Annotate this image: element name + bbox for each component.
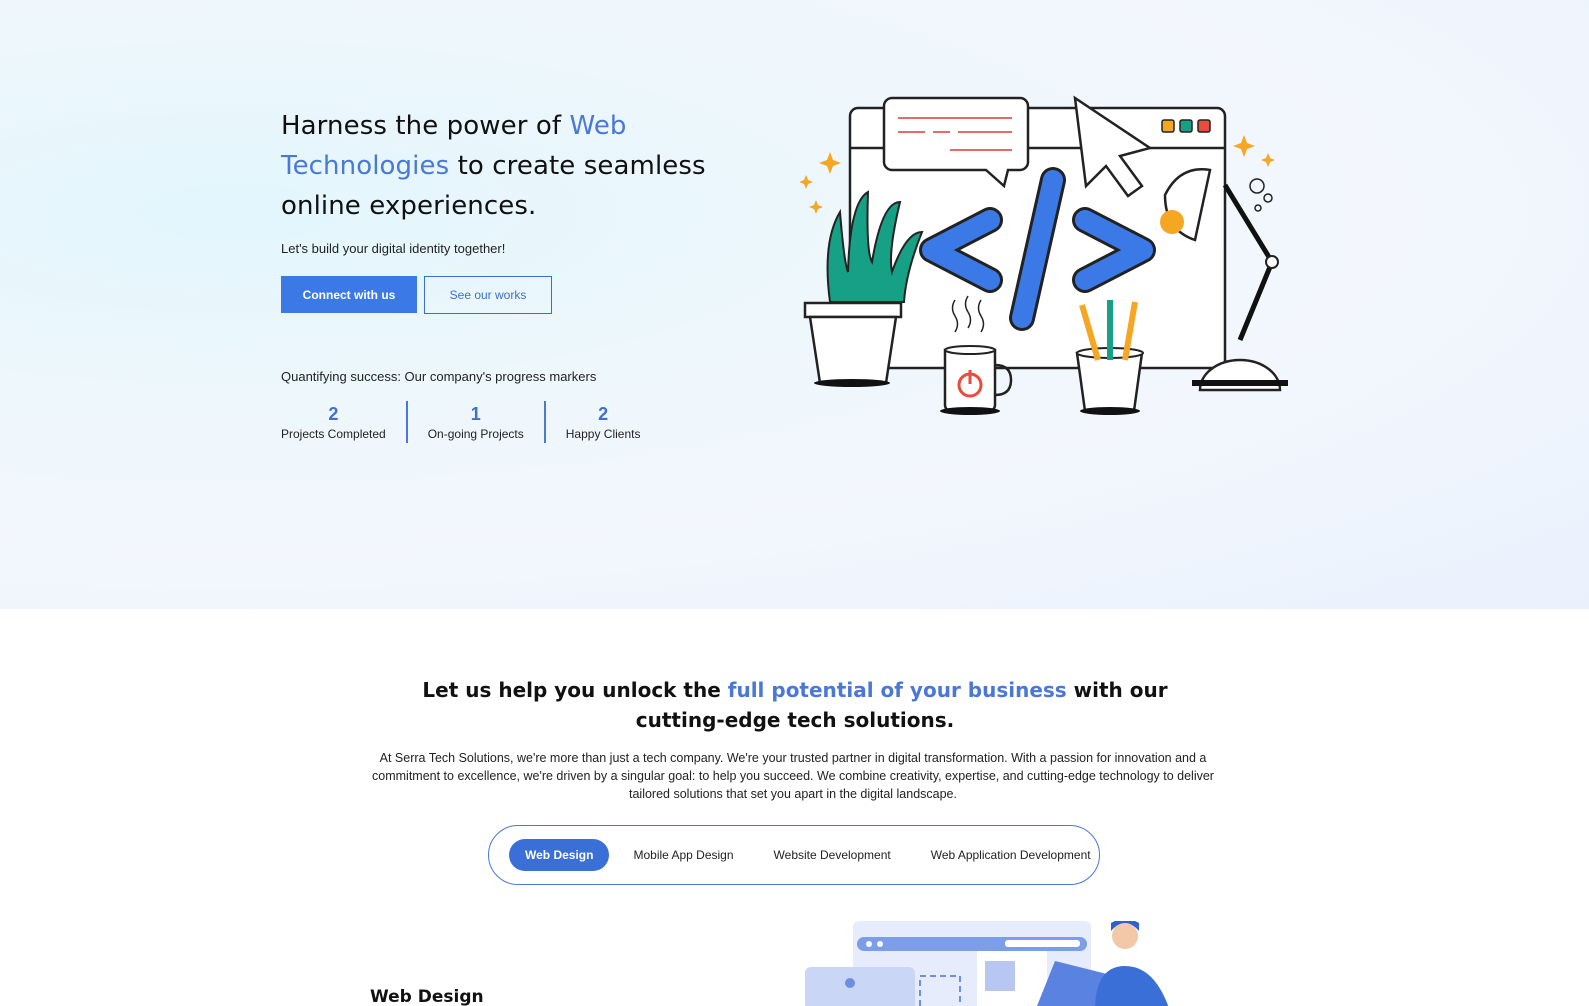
stat-label: On-going Projects (427, 426, 524, 441)
stat-projects-completed: 2 Projects Completed (281, 404, 386, 441)
stat-value: 2 (328, 403, 339, 424)
stats-row: 2 Projects Completed 1 On-going Projects… (281, 401, 731, 443)
service-title: Web Design (370, 987, 484, 1006)
hero-buttons: Connect with us See our works (281, 276, 731, 314)
tab-web-application-development[interactable]: Web Application Development (915, 839, 1107, 871)
services-heading-text-1: Let us help you unlock the (422, 678, 728, 702)
tab-website-development[interactable]: Website Development (758, 839, 907, 871)
stat-divider (543, 401, 546, 443)
connect-button[interactable]: Connect with us (281, 276, 417, 313)
headline-text-1: Harness the power of (281, 111, 570, 141)
services-heading: Let us help you unlock the full potentia… (380, 675, 1210, 735)
services-section: Let us help you unlock the full potentia… (0, 609, 1589, 1006)
hero-headline: Harness the power of Web Technologies to… (281, 106, 731, 226)
stat-divider (405, 401, 408, 443)
stat-value: 2 (598, 403, 609, 424)
tab-mobile-app-design[interactable]: Mobile App Design (617, 839, 749, 871)
services-tabs: Web Design Mobile App Design Website Dev… (488, 825, 1100, 885)
stat-label: Happy Clients (565, 426, 641, 441)
stat-label: Projects Completed (281, 426, 386, 441)
services-description: At Serra Tech Solutions, we're more than… (372, 751, 1214, 801)
services-heading-accent: full potential of your business (727, 678, 1067, 702)
see-works-button[interactable]: See our works (424, 276, 552, 314)
stat-ongoing-projects: 1 On-going Projects (428, 404, 524, 441)
stat-happy-clients: 2 Happy Clients (566, 404, 641, 441)
stat-value: 1 (470, 403, 481, 424)
tab-web-design[interactable]: Web Design (509, 839, 610, 871)
web-design-illustration-icon (805, 921, 1169, 1006)
hero-tagline: Let's build your digital identity togeth… (281, 241, 506, 256)
hero-content: Harness the power of Web Technologies to… (281, 106, 731, 443)
code-illustration-icon (800, 95, 1288, 415)
stats-title: Quantifying success: Our company's progr… (281, 369, 597, 384)
hero-section: Harness the power of Web Technologies to… (0, 0, 1589, 609)
